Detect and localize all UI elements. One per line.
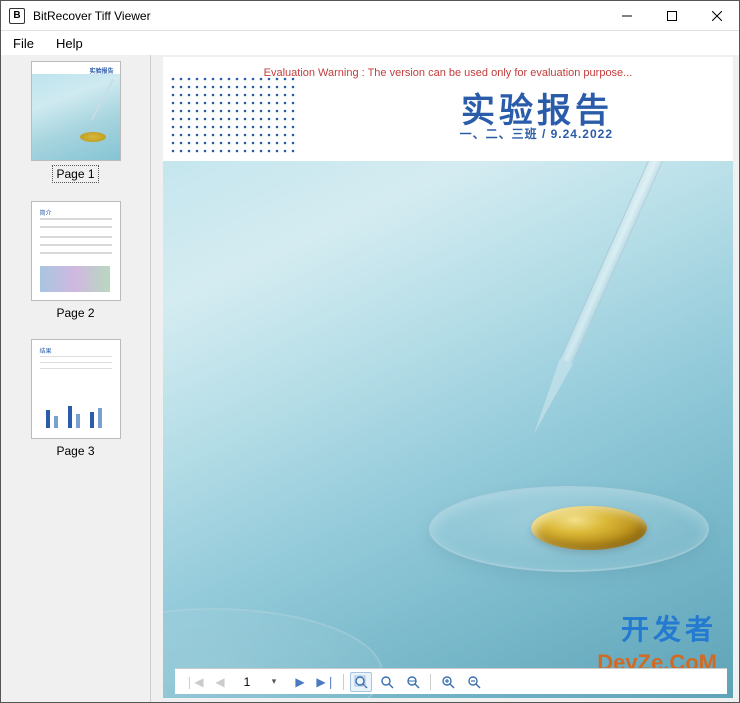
thumbnail-label: Page 1 bbox=[52, 165, 98, 183]
page-number-input[interactable] bbox=[235, 673, 259, 691]
thumbnail-image-3[interactable]: 结果 bbox=[31, 339, 121, 439]
menu-file[interactable]: File bbox=[9, 34, 38, 53]
thumbnail-item[interactable]: 结果 Page 3 bbox=[5, 339, 146, 459]
thumbnail-image-1[interactable]: 实验报告 bbox=[31, 61, 121, 161]
zoom-actual-button[interactable] bbox=[376, 672, 398, 692]
maximize-button[interactable] bbox=[649, 1, 694, 31]
close-button[interactable] bbox=[694, 1, 739, 31]
last-page-button[interactable]: ▶❘ bbox=[315, 672, 337, 692]
titlebar: B BitRecover Tiff Viewer bbox=[1, 1, 739, 31]
workspace: 实验报告 Page 1 简介 Page 2 结果 bbox=[1, 55, 739, 702]
zoom-width-button[interactable] bbox=[402, 672, 424, 692]
prev-page-button[interactable]: ◀ bbox=[209, 672, 231, 692]
viewer-toolbar: ❘◀ ◀ ▾ ▶ ▶❘ bbox=[175, 668, 727, 694]
next-page-button[interactable]: ▶ bbox=[289, 672, 311, 692]
page-canvas[interactable]: Evaluation Warning : The version can be … bbox=[151, 55, 739, 702]
zoom-out-button[interactable] bbox=[463, 672, 485, 692]
window-title: BitRecover Tiff Viewer bbox=[33, 9, 604, 23]
first-page-button[interactable]: ❘◀ bbox=[183, 672, 205, 692]
main-viewer: Evaluation Warning : The version can be … bbox=[151, 55, 739, 702]
thumbnail-image-2[interactable]: 简介 bbox=[31, 201, 121, 301]
page-content: Evaluation Warning : The version can be … bbox=[163, 57, 733, 698]
thumbnail-label: Page 3 bbox=[53, 443, 97, 459]
thumbnail-item[interactable]: 简介 Page 2 bbox=[5, 201, 146, 321]
page-dropdown-button[interactable]: ▾ bbox=[263, 672, 285, 692]
thumbnail-item[interactable]: 实验报告 Page 1 bbox=[5, 61, 146, 183]
toolbar-separator bbox=[343, 674, 344, 690]
minimize-button[interactable] bbox=[604, 1, 649, 31]
zoom-fit-button[interactable] bbox=[350, 672, 372, 692]
toolbar-separator bbox=[430, 674, 431, 690]
thumbnail-label: Page 2 bbox=[53, 305, 97, 321]
app-icon: B bbox=[9, 8, 25, 24]
thumbnail-sidebar[interactable]: 实验报告 Page 1 简介 Page 2 结果 bbox=[1, 55, 151, 702]
watermark-text-1: 开发者 bbox=[621, 608, 717, 648]
decorative-dots bbox=[167, 73, 327, 159]
zoom-in-button[interactable] bbox=[437, 672, 459, 692]
document-subtitle: 一、二、三班 / 9.24.2022 bbox=[460, 125, 613, 142]
menu-help[interactable]: Help bbox=[52, 34, 87, 53]
menubar: File Help bbox=[1, 31, 739, 55]
